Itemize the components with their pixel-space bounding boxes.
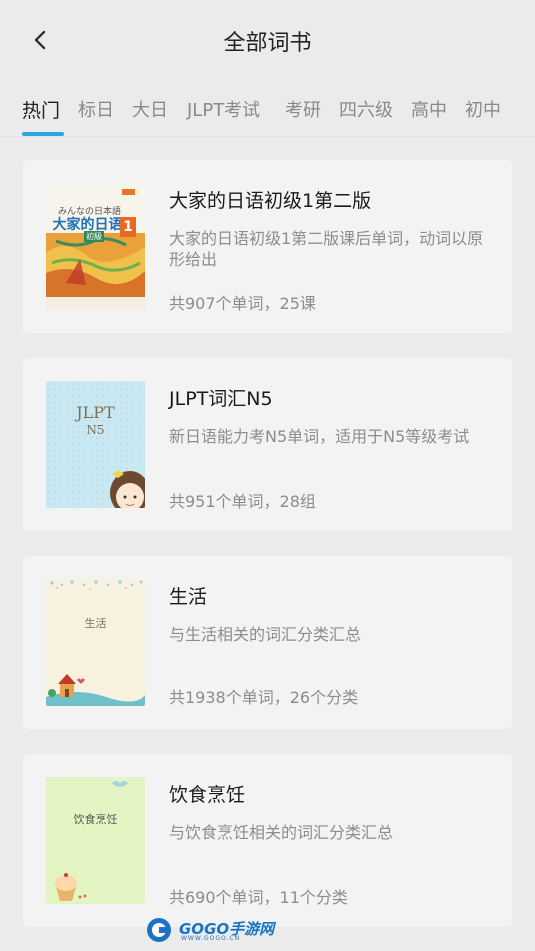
cover-sub: 初級 [84, 231, 104, 242]
book-card[interactable]: みんなの日本語 大家的日语 1 初級 大家的日语初级1第二版 大家的日语初级1第… [23, 160, 512, 333]
book-cover-art [55, 781, 128, 901]
cover-line1: JLPT [76, 403, 115, 422]
tab-highschool[interactable]: 高中 [411, 96, 447, 122]
book-cover-art [46, 381, 145, 508]
book-stats: 共907个单词，25课 [169, 294, 316, 313]
cover-line1: 生活 [84, 617, 107, 630]
watermark-subtext: WWW.GOGO.CN [181, 935, 241, 942]
tab-dari[interactable]: 大日 [132, 96, 168, 122]
tab-cet[interactable]: 四六级 [339, 96, 393, 122]
page-title: 全部词书 [223, 31, 312, 56]
tab-jlpt[interactable]: JLPT考试 [187, 96, 260, 122]
book-card[interactable]: 生活 生活 与生活相关的词汇分类汇总 共1938个单词，26个分类 [23, 556, 512, 729]
tab-middleschool[interactable]: 初中 [465, 96, 501, 122]
watermark-logo-icon [147, 918, 171, 942]
tabs-divider [0, 136, 535, 137]
book-title: JLPT词汇N5 [169, 388, 273, 410]
book-description: 与饮食烹饪相关的词汇分类汇总 [169, 823, 394, 842]
book-cover-art [46, 183, 145, 310]
tab-biaori[interactable]: 标日 [78, 96, 114, 122]
book-description: 大家的日语初级1第二版课后单词，动词以原形给出 [169, 229, 484, 269]
app-header: 全部词书 [0, 0, 535, 82]
book-description: 与生活相关的词汇分类汇总 [169, 625, 362, 644]
book-stats: 共1938个单词，26个分类 [169, 688, 359, 707]
book-cover: みんなの日本語 大家的日语 1 初級 [46, 183, 145, 310]
cover-line1: 饮食烹饪 [73, 813, 118, 826]
book-card[interactable]: 饮食烹饪 饮食烹饪 与饮食烹饪相关的词汇分类汇总 共690个单词，11个分类 [23, 754, 512, 927]
book-stats: 共951个单词，28组 [169, 492, 316, 511]
watermark-logo: GOGO手游网 WWW.GOGO.CN [145, 916, 274, 944]
book-stats: 共690个单词，11个分类 [169, 888, 348, 907]
category-tabs: 热门 标日 大日 JLPT考试 考研 四六级 高中 初中 [0, 88, 535, 136]
cover-line2: N5 [86, 423, 105, 437]
book-cover: JLPT N5 [46, 381, 145, 508]
tab-kaoyan[interactable]: 考研 [285, 96, 321, 122]
book-description: 新日语能力考N5单词，适用于N5等级考试 [169, 427, 470, 446]
book-title: 大家的日语初级1第二版 [169, 190, 372, 212]
tab-hot[interactable]: 热门 [22, 96, 60, 123]
book-title: 饮食烹饪 [169, 784, 246, 806]
book-card[interactable]: JLPT N5 JLPT词汇N5 新日语能力考N5单词，适用于N5等级考试 共9… [23, 358, 512, 531]
cover-badge: 1 [120, 217, 136, 237]
book-cover: 生活 [46, 579, 145, 706]
book-cover: 饮食烹饪 [46, 777, 145, 904]
book-title: 生活 [169, 586, 208, 608]
book-cover-art [46, 580, 145, 706]
